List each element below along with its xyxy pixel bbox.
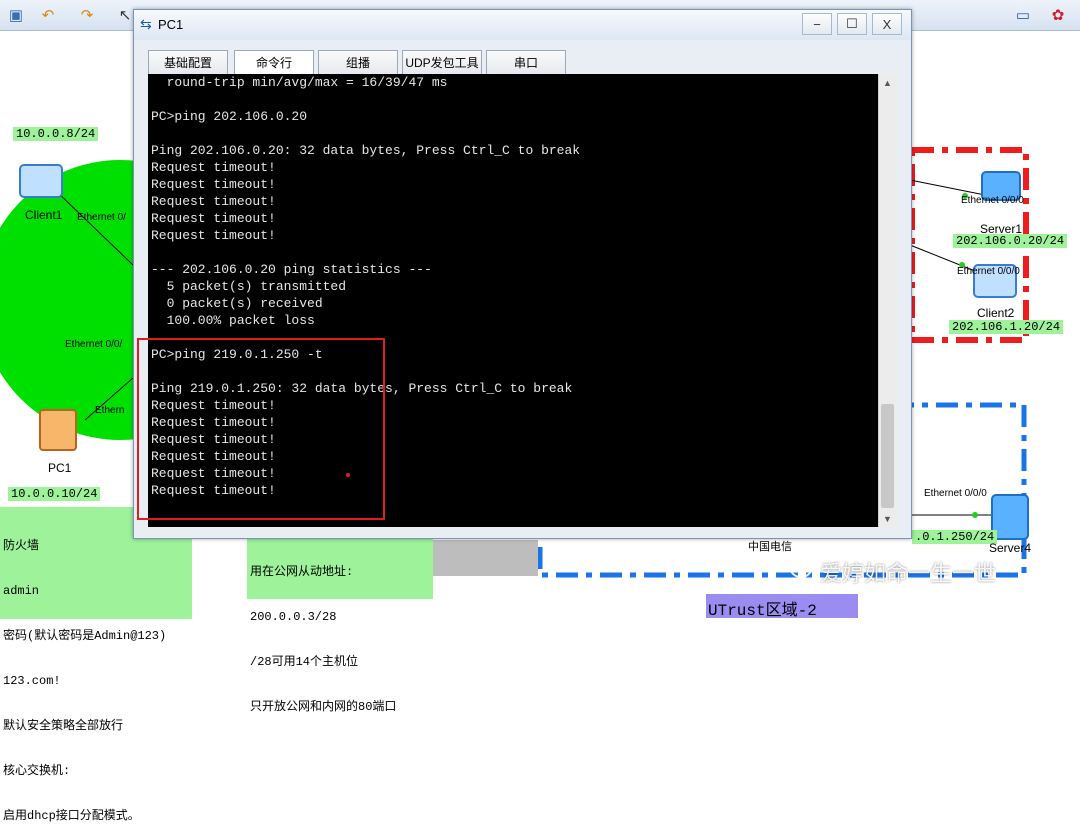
note-line: 用在公网从动地址: bbox=[250, 565, 354, 579]
tab-udp-tool[interactable]: UDP发包工具 bbox=[402, 50, 482, 74]
isp-label: 中国电信 bbox=[748, 541, 792, 553]
note-line: 只开放公网和内网的80端口 bbox=[250, 700, 397, 714]
pc1-device-icon bbox=[39, 409, 77, 451]
pc1-port-label-a: Ethernet 0/0/ bbox=[65, 339, 123, 350]
console-line: 100.00% packet loss bbox=[151, 313, 315, 328]
server4-name-label: Server4 bbox=[989, 541, 1032, 555]
window-titlebar[interactable]: ⇆ PC1 − ☐ X bbox=[134, 10, 911, 40]
note-line: 密码(默认密码是Admin@123) bbox=[3, 629, 167, 643]
client1-ip-label: 10.0.0.8/24 bbox=[13, 127, 99, 141]
console-line: 5 packet(s) transmitted bbox=[151, 279, 347, 294]
isp-cloud-block bbox=[430, 540, 538, 576]
scroll-down-icon[interactable]: ▼ bbox=[879, 510, 896, 527]
server4-port-label: Ethernet 0/0/0 bbox=[924, 488, 987, 499]
console-line: Request timeout! bbox=[151, 211, 276, 226]
highlight-box bbox=[137, 338, 385, 520]
pc1-ip-label: 10.0.0.10/24 bbox=[8, 487, 101, 501]
console-line: --- 202.106.0.20 ping statistics --- bbox=[151, 262, 432, 277]
scroll-up-icon[interactable]: ▲ bbox=[879, 74, 896, 91]
client2-port-label: Ethernet 0/0/0 bbox=[957, 266, 1020, 277]
console-line: Request timeout! bbox=[151, 160, 276, 175]
console-line: 0 packet(s) received bbox=[151, 296, 323, 311]
server4-ip-label: .0.1.250/24 bbox=[912, 530, 998, 544]
wechat-icon bbox=[790, 560, 812, 578]
server4-device-icon bbox=[991, 494, 1029, 540]
watermark-text: 爱婷如命一生一世 bbox=[820, 561, 997, 586]
link-server1 bbox=[909, 179, 991, 197]
note-line: 防火墙 bbox=[3, 539, 40, 553]
note-line: 123.com! bbox=[3, 674, 61, 688]
console-line: PC>ping 202.106.0.20 bbox=[151, 109, 308, 124]
note-line: 核心交换机: bbox=[3, 764, 71, 778]
pc-window-icon: ⇆ bbox=[140, 16, 152, 32]
server1-ip-label: 202.106.0.20/24 bbox=[953, 234, 1068, 248]
console-line: Ping 202.106.0.20: 32 data bytes, Press … bbox=[151, 143, 581, 158]
client2-name-label: Client2 bbox=[977, 306, 1015, 320]
client1-device-icon bbox=[19, 164, 63, 198]
close-button[interactable]: X bbox=[872, 13, 902, 35]
note-line: /28可用14个主机位 bbox=[250, 655, 359, 669]
minimize-button[interactable]: − bbox=[802, 13, 832, 35]
server1-port-label: Ethernet 0/0/0 bbox=[961, 195, 1024, 206]
pc1-name-label: PC1 bbox=[48, 461, 72, 475]
maximize-button[interactable]: ☐ bbox=[837, 13, 867, 35]
client2-ip-label: 202.106.1.20/24 bbox=[949, 320, 1064, 334]
client1-name-label: Client1 bbox=[25, 208, 63, 222]
console-line: Request timeout! bbox=[151, 177, 276, 192]
highlight-dot bbox=[346, 473, 350, 477]
pc1-port-label-b: Ethern bbox=[95, 405, 125, 416]
note-line: admin bbox=[3, 584, 40, 598]
client1-port-label: Ethernet 0/ bbox=[77, 212, 126, 223]
console-line: Request timeout! bbox=[151, 228, 276, 243]
note-line: 默认安全策略全部放行 bbox=[3, 719, 124, 733]
tab-basic-config[interactable]: 基础配置 bbox=[148, 50, 228, 74]
zone-label: UTrust区域-2 bbox=[708, 602, 817, 620]
tab-serial[interactable]: 串口 bbox=[486, 50, 566, 74]
window-title: PC1 bbox=[158, 17, 184, 32]
console-scrollbar[interactable]: ▲ ▼ bbox=[878, 74, 896, 527]
note-line: 启用dhcp接口分配模式。 bbox=[3, 809, 140, 823]
tab-multicast[interactable]: 组播 bbox=[318, 50, 398, 74]
console-line: round-trip min/avg/max = 16/39/47 ms bbox=[151, 75, 448, 90]
console-line: Request timeout! bbox=[151, 194, 276, 209]
nat-note: 用在公网从动地址: 200.0.0.3/28 /28可用14个主机位 只开放公网… bbox=[247, 533, 433, 714]
scroll-thumb[interactable] bbox=[881, 404, 894, 508]
tab-command-line[interactable]: 命令行 bbox=[234, 50, 314, 74]
